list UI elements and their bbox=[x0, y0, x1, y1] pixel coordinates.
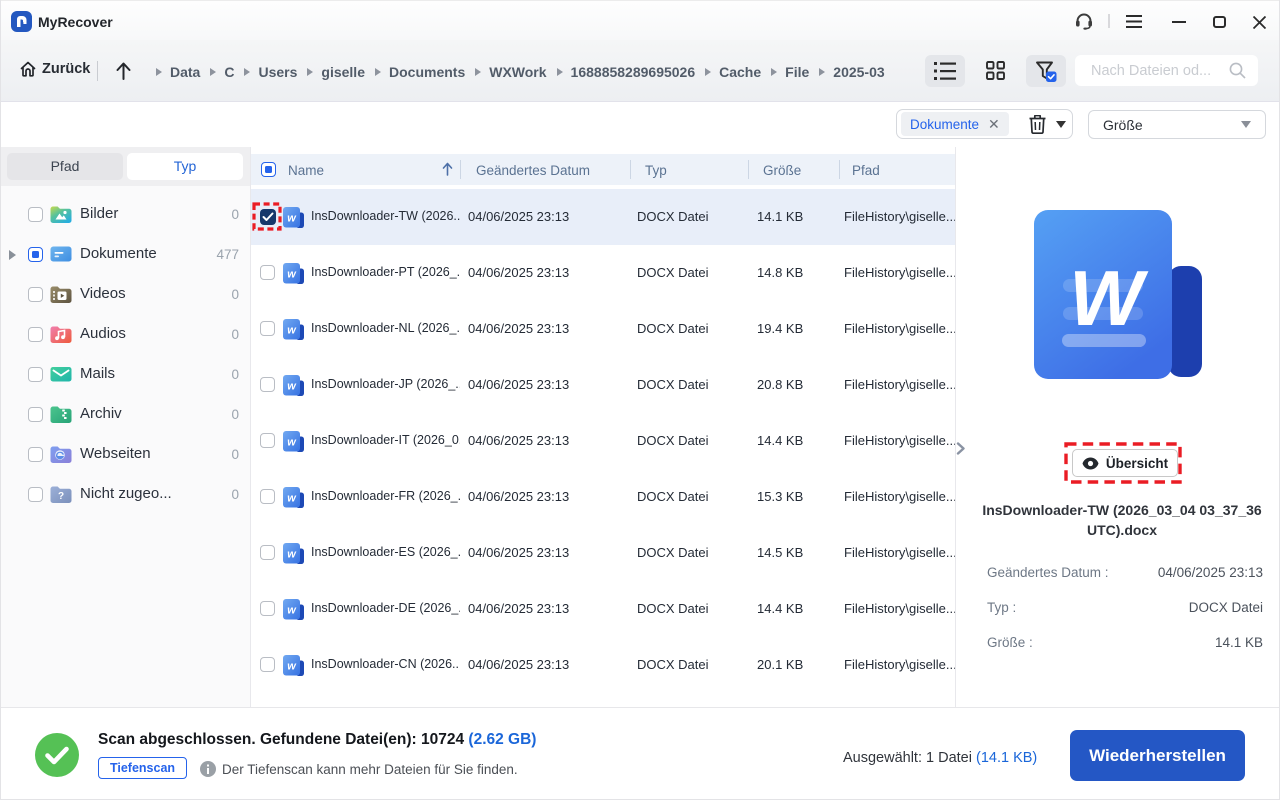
svg-text:W: W bbox=[1069, 254, 1149, 342]
svg-text:w: w bbox=[287, 269, 297, 281]
svg-text:w: w bbox=[287, 549, 297, 561]
svg-text:?: ? bbox=[58, 491, 64, 502]
svg-text:w: w bbox=[287, 437, 297, 449]
svg-text:w: w bbox=[287, 605, 297, 617]
svg-text:w: w bbox=[287, 493, 297, 505]
svg-text:w: w bbox=[287, 325, 297, 337]
svg-text:w: w bbox=[287, 213, 297, 225]
svg-text:w: w bbox=[287, 381, 297, 393]
svg-text:w: w bbox=[287, 661, 297, 673]
